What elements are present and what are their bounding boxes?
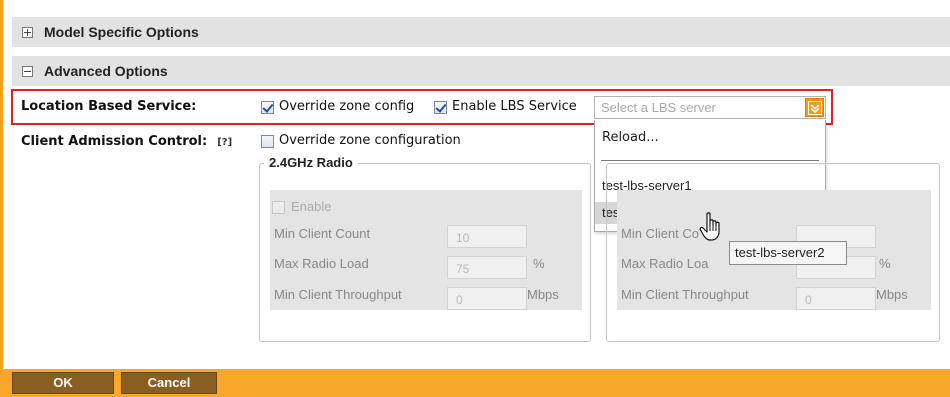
dropdown-trigger-icon[interactable]	[805, 98, 824, 117]
min-client-throughput-input[interactable]: 0	[447, 287, 527, 310]
radio-5-max-radio-load-unit: %	[879, 256, 891, 271]
min-client-count-label: Min Client Count	[274, 226, 371, 241]
ok-button[interactable]: OK	[12, 372, 114, 394]
lbs-server-tooltip: test-lbs-server2	[729, 241, 847, 265]
dropdown-item-reload[interactable]: Reload...	[595, 127, 825, 149]
min-client-throughput-unit: Mbps	[527, 287, 559, 302]
help-icon[interactable]: [?]	[217, 137, 232, 148]
hand-cursor-icon	[699, 212, 720, 241]
lbs-label: Location Based Service:	[21, 99, 197, 114]
lbs-select-placeholder: Select a LBS server	[601, 100, 716, 115]
section-title: Model Specific Options	[44, 24, 199, 40]
enable-lbs-label: Enable LBS Service	[452, 99, 577, 114]
enable-lbs-checkbox[interactable]	[434, 101, 447, 114]
collapse-icon[interactable]	[22, 65, 33, 77]
lbs-override-label: Override zone config	[279, 99, 415, 114]
radio-24-legend: 2.4GHz Radio	[264, 155, 358, 170]
section-title: Advanced Options	[44, 63, 168, 79]
model-specific-options-section[interactable]: Model Specific Options	[12, 17, 950, 47]
footer-bar: OK Cancel	[0, 369, 950, 397]
advanced-options-section[interactable]: Advanced Options	[12, 56, 950, 86]
cancel-button[interactable]: Cancel	[121, 372, 217, 394]
min-client-count-input[interactable]: 10	[447, 225, 527, 248]
dropdown-separator	[601, 160, 819, 161]
expand-icon[interactable]	[22, 26, 33, 38]
left-accent-bar	[0, 0, 3, 397]
radio-24-enable-label: Enable	[291, 199, 332, 214]
lbs-override-checkbox[interactable]	[261, 101, 274, 114]
radio-5-min-client-throughput-unit: Mbps	[876, 287, 908, 302]
radio-24-enable-checkbox[interactable]	[272, 201, 285, 214]
cac-override-checkbox[interactable]	[261, 135, 274, 148]
max-radio-load-input[interactable]: 75	[447, 256, 527, 279]
min-client-throughput-label: Min Client Throughput	[274, 287, 402, 302]
radio-5-min-client-throughput-input[interactable]: 0	[796, 287, 876, 310]
max-radio-load-unit: %	[533, 256, 545, 271]
radio-5-min-client-count-label: Min Client Co	[621, 226, 700, 241]
cac-label: Client Admission Control: [?]	[21, 134, 232, 149]
max-radio-load-label: Max Radio Load	[274, 256, 369, 271]
cac-label-text: Client Admission Control:	[21, 134, 208, 149]
radio-5-min-client-throughput-label: Min Client Throughput	[621, 287, 749, 302]
cac-override-label: Override zone configuration	[279, 133, 461, 148]
lbs-server-select[interactable]: Select a LBS server	[594, 96, 826, 119]
radio-5-max-radio-load-label: Max Radio Loa	[621, 256, 709, 271]
